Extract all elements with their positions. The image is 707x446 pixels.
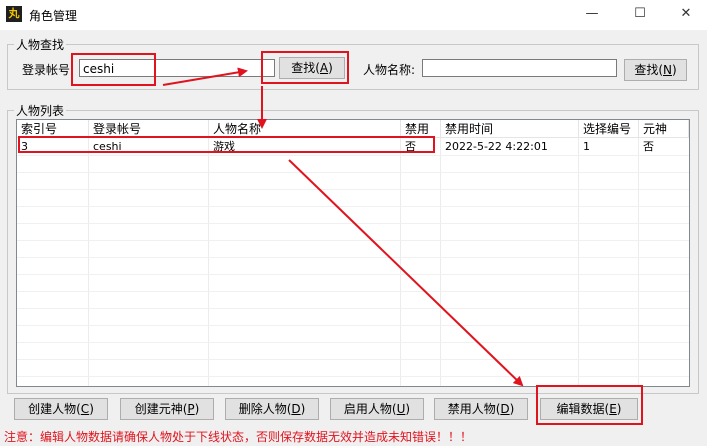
arrow-to-edit-button [288, 159, 524, 387]
arrow-to-find-button [162, 67, 248, 86]
annotation-arrows [162, 67, 524, 387]
